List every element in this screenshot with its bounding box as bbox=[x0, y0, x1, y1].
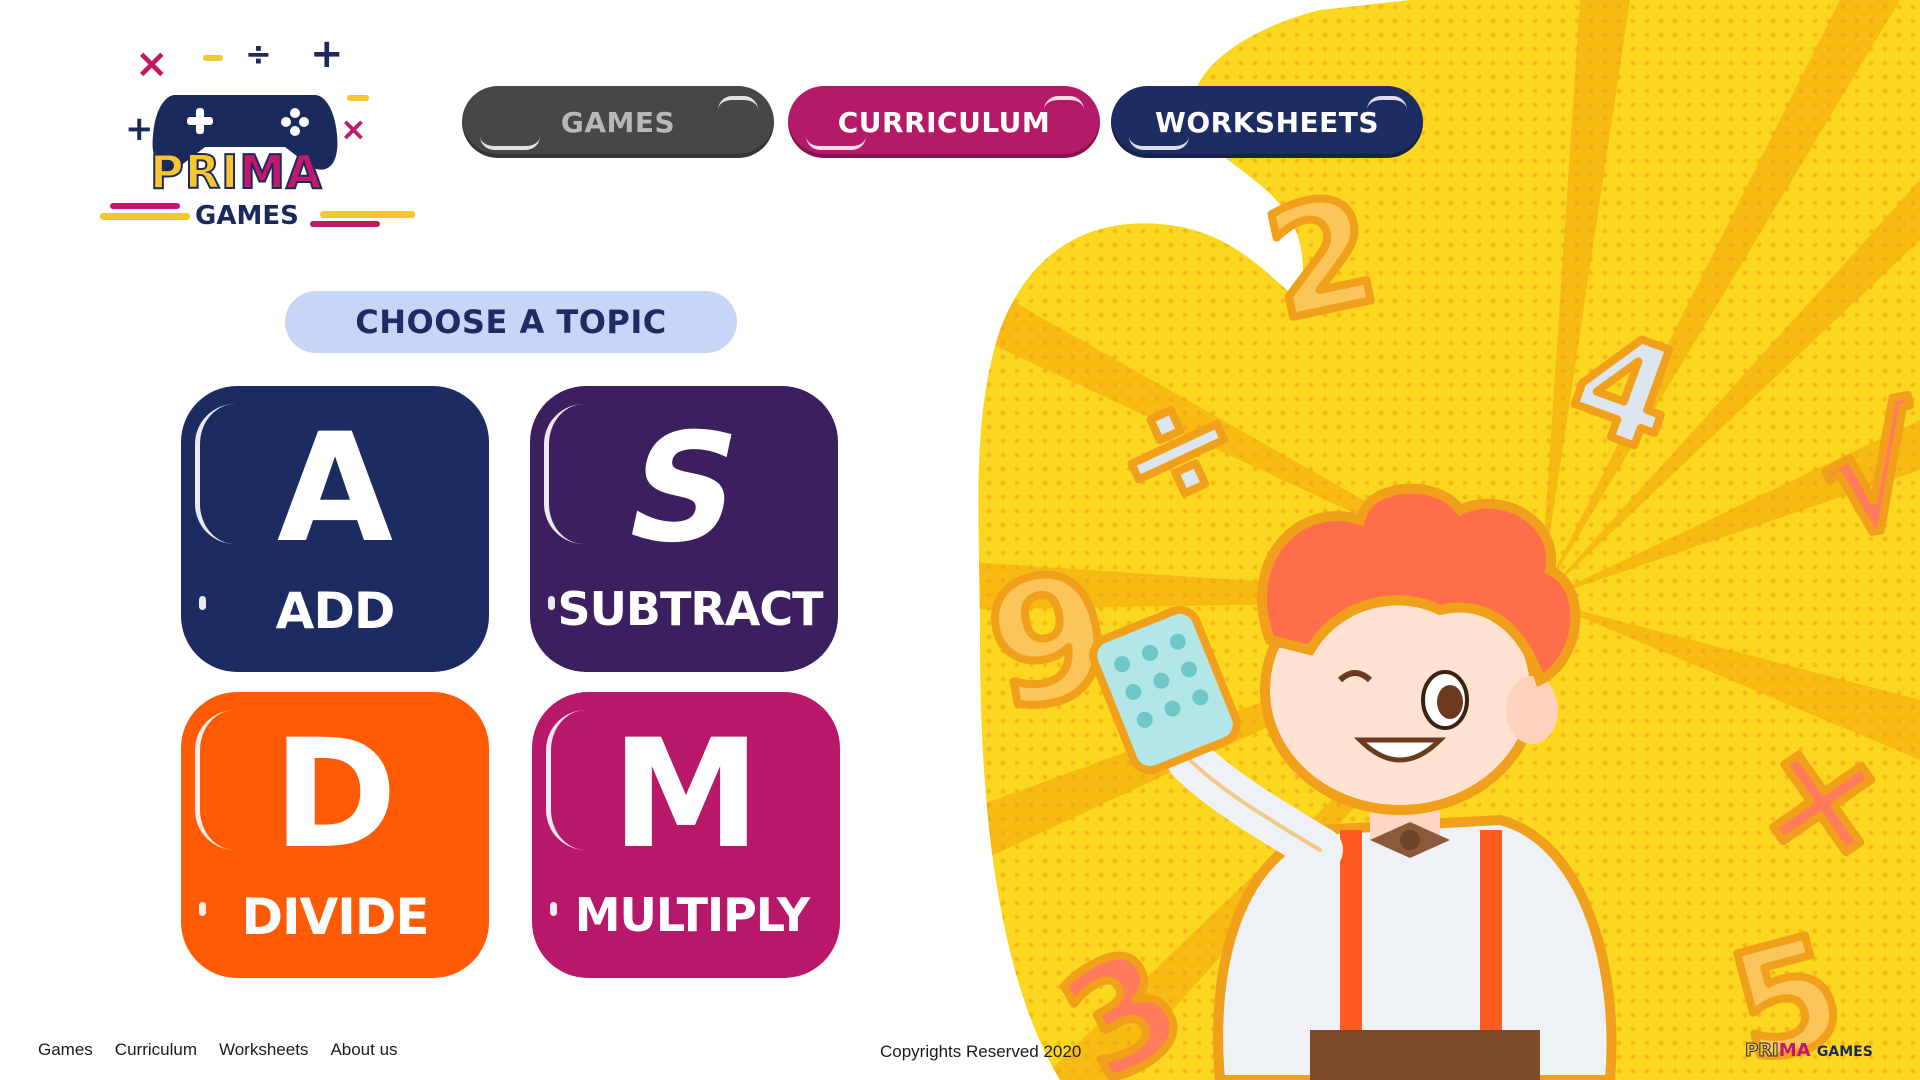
logo-wordmark: PRIMA bbox=[149, 144, 323, 200]
footer-link-about-us[interactable]: About us bbox=[330, 1040, 397, 1060]
nav-curriculum-button[interactable]: CURRICULUM bbox=[788, 86, 1100, 158]
prima-games-logo[interactable]: × + ÷ + × PRIMA GAMES bbox=[95, 35, 415, 245]
nav-worksheets-button[interactable]: WORKSHEETS bbox=[1111, 86, 1423, 158]
svg-text:+: + bbox=[310, 35, 344, 77]
copyright-text: Copyrights Reserved 2020 bbox=[880, 1042, 1082, 1061]
topic-divide-button[interactable]: D DIVIDE bbox=[181, 692, 489, 978]
hero-illustration: 2 4 9 3 5 √ × ÷ bbox=[970, 0, 1920, 1080]
footer-logo-games: GAMES bbox=[1816, 1044, 1873, 1060]
footer-link-curriculum[interactable]: Curriculum bbox=[115, 1040, 197, 1060]
svg-text:÷: ÷ bbox=[245, 35, 272, 73]
footer-logo[interactable]: PRIMA GAMES bbox=[1745, 1040, 1873, 1062]
logo-games-text: GAMES bbox=[195, 201, 299, 231]
logo-pri-text: PRI bbox=[149, 144, 240, 200]
nav-curriculum-label: CURRICULUM bbox=[837, 105, 1051, 139]
topic-subtract-button[interactable]: S SUBTRACT bbox=[530, 386, 838, 672]
svg-text:×: × bbox=[340, 110, 367, 148]
footer-link-games[interactable]: Games bbox=[38, 1040, 93, 1060]
subtract-letter-icon: S bbox=[611, 402, 757, 576]
add-label: ADD bbox=[275, 582, 396, 640]
divide-label: DIVIDE bbox=[241, 888, 429, 946]
footer-link-worksheets[interactable]: Worksheets bbox=[219, 1040, 308, 1060]
nav-games-button[interactable]: GAMES bbox=[462, 86, 774, 158]
topic-multiply-button[interactable]: M MULTIPLY bbox=[532, 692, 840, 978]
choose-topic-heading: CHOOSE A TOPIC bbox=[285, 291, 737, 353]
footer-logo-ma: MA bbox=[1778, 1040, 1811, 1061]
svg-text:+: + bbox=[125, 109, 154, 149]
footer-logo-pri: PRI bbox=[1745, 1040, 1780, 1062]
logo-ma-text: MA bbox=[238, 144, 323, 200]
subtract-label: SUBTRACT bbox=[557, 582, 823, 636]
add-letter-icon: A bbox=[276, 402, 394, 576]
topic-add-button[interactable]: A ADD bbox=[181, 386, 489, 672]
nav-games-label: GAMES bbox=[560, 105, 676, 139]
multiply-label: MULTIPLY bbox=[574, 888, 811, 942]
multiply-letter-icon: M bbox=[611, 708, 761, 882]
nav-worksheets-label: WORKSHEETS bbox=[1154, 105, 1380, 139]
svg-text:×: × bbox=[135, 41, 169, 87]
footer-nav: Games Curriculum Worksheets About us bbox=[38, 1040, 398, 1060]
divide-letter-icon: D bbox=[272, 708, 398, 882]
